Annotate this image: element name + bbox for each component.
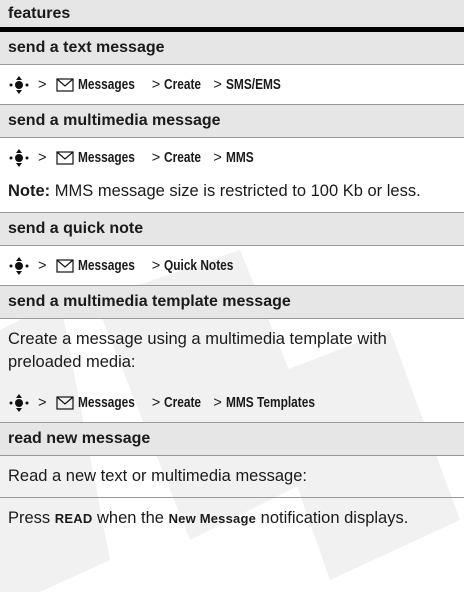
section-title-multimedia-message: send a multimedia message (0, 105, 464, 138)
section-title-read-message: read new message (0, 423, 464, 456)
nav-key-icon (9, 149, 29, 167)
separator: > (38, 257, 47, 274)
note-label: Note: (8, 182, 51, 200)
envelope-icon (56, 77, 75, 92)
separator: > (213, 76, 222, 93)
path-item: MMS (225, 150, 254, 166)
separator: > (213, 150, 222, 166)
path-item: Messages (78, 76, 136, 93)
nav-key-icon (9, 393, 29, 412)
nav-key-icon (9, 75, 29, 94)
separator: > (151, 76, 161, 93)
path-item: Messages (78, 394, 136, 411)
envelope-icon (56, 258, 75, 273)
read-description: Read a new text or multimedia message: (0, 456, 464, 498)
read-key-label: READ (54, 511, 93, 526)
read-instruction: Press READ when the New Message notifica… (8, 509, 409, 527)
path-item: Messages (78, 150, 136, 166)
separator: > (151, 257, 161, 274)
nav-path-template-message: > Messages > Create > MMS Templates (0, 383, 464, 423)
separator: > (38, 394, 47, 411)
note-text: MMS message size is restricted to 100 Kb… (54, 182, 421, 200)
nav-path-quick-note: > Messages > Quick Notes (0, 246, 464, 286)
path-item: Messages (78, 257, 136, 274)
section-title-quick-note: send a quick note (0, 213, 464, 246)
path-item: Quick Notes (164, 257, 234, 274)
table-header: features (0, 0, 464, 32)
separator: > (151, 150, 161, 166)
section-title-template-message: send a multimedia template message (0, 286, 464, 319)
path-item: SMS/EMS (225, 76, 281, 93)
path-item: Create (164, 394, 202, 411)
mms-note: Note: MMS message size is restricted to … (0, 178, 464, 213)
nav-path-text-message: > Messages > Create > SMS/EMS (0, 65, 464, 105)
path-item: Create (164, 76, 202, 93)
separator: > (213, 394, 222, 411)
separator: > (38, 76, 47, 93)
section-title-text-message: send a text message (0, 32, 464, 65)
path-item: MMS Templates (225, 394, 315, 411)
separator: > (38, 150, 47, 166)
separator: > (151, 394, 161, 411)
notification-label: New Message (168, 511, 257, 526)
template-description: Create a message using a multimedia temp… (8, 330, 387, 371)
path-item: Create (164, 150, 202, 166)
envelope-icon (56, 151, 75, 165)
nav-key-icon (9, 256, 29, 275)
nav-path-multimedia-message: > Messages > Create > MMS (0, 138, 464, 178)
features-table: features send a text message > Messages … (0, 0, 464, 539)
envelope-icon (56, 395, 75, 410)
header-title: features (8, 5, 71, 22)
